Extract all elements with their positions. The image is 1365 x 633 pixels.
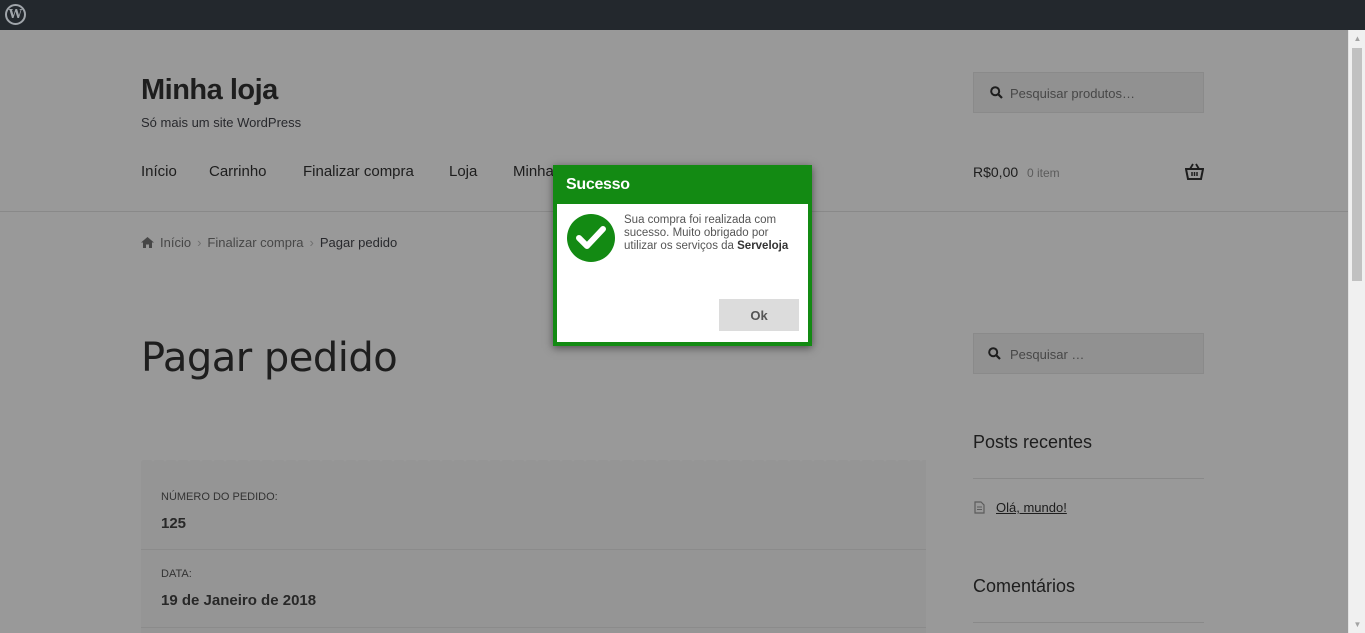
dialog-message-brand: Serveloja	[737, 240, 789, 252]
scroll-down-arrow-icon[interactable]: ▼	[1349, 616, 1365, 633]
scroll-up-arrow-icon[interactable]: ▲	[1349, 30, 1365, 47]
ok-button[interactable]: Ok	[719, 299, 799, 331]
page-scrollbar[interactable]: ▲ ▼	[1348, 30, 1365, 633]
success-dialog: Sucesso Sua compra foi realizada com suc…	[553, 165, 812, 346]
admin-bar: W	[0, 0, 1365, 30]
wordpress-logo-icon[interactable]: W	[5, 4, 26, 25]
dialog-message: Sua compra foi realizada com sucesso. Mu…	[624, 214, 804, 253]
scroll-thumb[interactable]	[1352, 48, 1362, 281]
dialog-title: Sucesso	[566, 176, 630, 193]
checkmark-icon	[567, 214, 615, 262]
dialog-body: Sua compra foi realizada com sucesso. Mu…	[557, 204, 808, 342]
